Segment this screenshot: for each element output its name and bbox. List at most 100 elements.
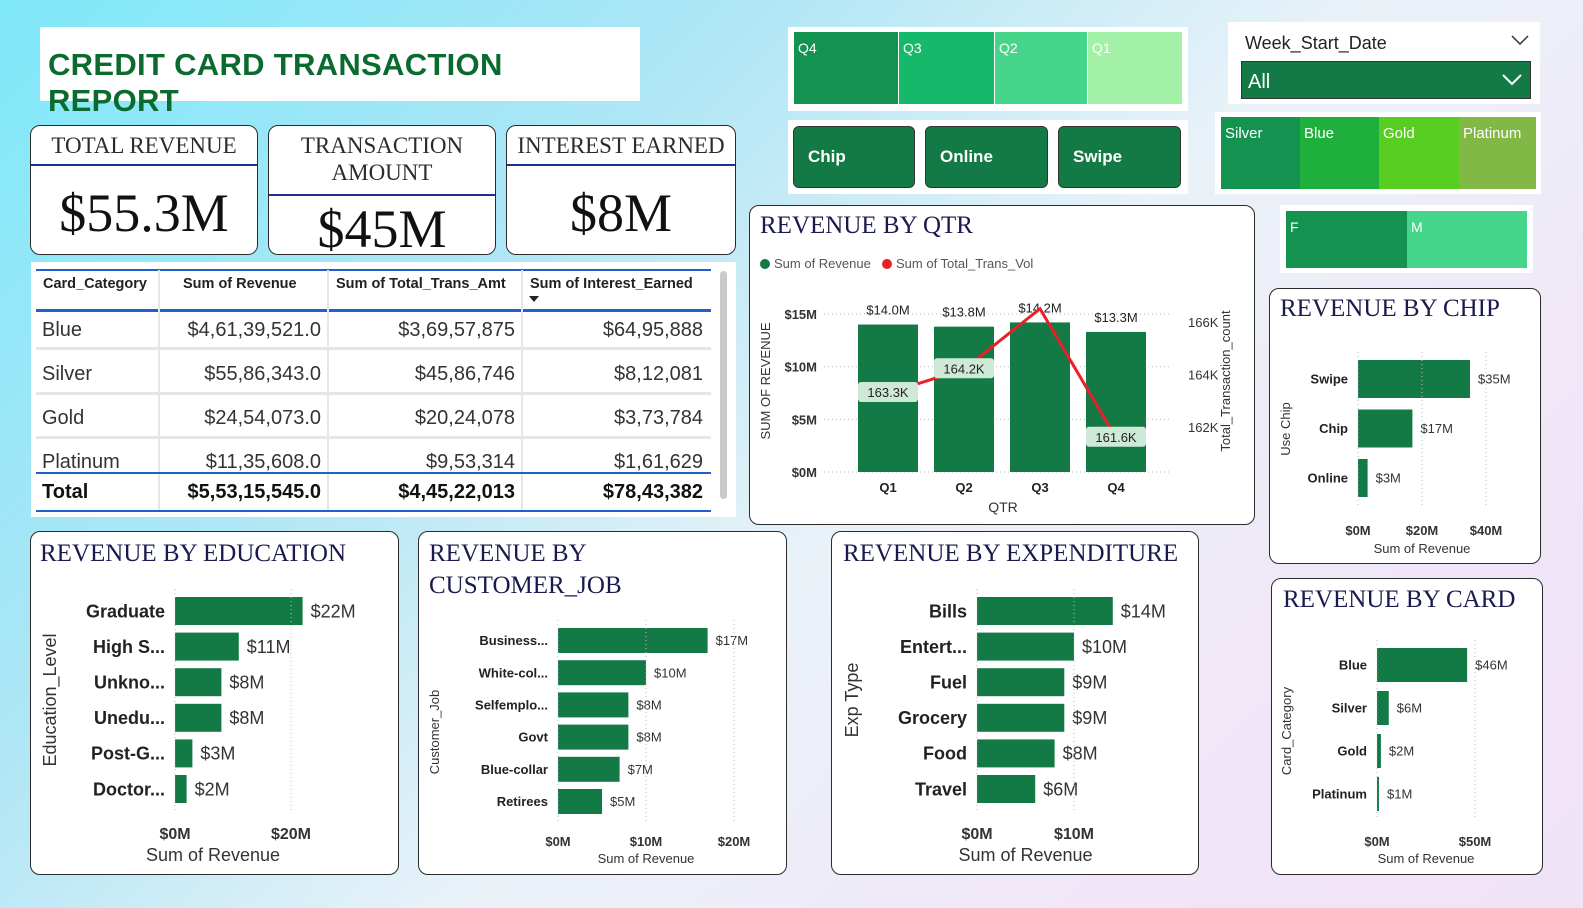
category-label: Swipe <box>1310 372 1348 387</box>
week-filter-label: Week_Start_Date <box>1245 33 1387 53</box>
x-tick-label: $50M <box>1459 834 1492 849</box>
report-title: CREDIT CARD TRANSACTION REPORT <box>48 47 503 118</box>
y-tick-label: $10M <box>784 360 817 375</box>
table-total-cell: $5,53,15,545.0 <box>187 481 321 503</box>
table-scrollbar[interactable] <box>720 271 727 499</box>
x-axis-title: Sum of Revenue <box>598 851 695 866</box>
table-header-revenue[interactable]: Sum of Revenue <box>183 276 297 292</box>
table-cell: $3,73,784 <box>614 407 703 429</box>
category-label: Retirees <box>497 794 548 809</box>
bar <box>1377 648 1468 682</box>
kpi-divider <box>269 194 495 196</box>
y-tick-label: $5M <box>792 412 817 427</box>
bar <box>175 703 222 732</box>
kpi-divider <box>31 164 257 166</box>
card-tile-label: Blue <box>1304 125 1335 142</box>
chevron-down-icon[interactable] <box>1510 34 1530 46</box>
online-button[interactable]: Online <box>925 126 1048 188</box>
x-tick-label: $20M <box>718 834 751 849</box>
bar <box>558 692 629 718</box>
card-tile-platinum[interactable]: Platinum <box>1459 117 1536 189</box>
revenue-by-customer-job-chart: REVENUE BY CUSTOMER_JOB Business... $17M W… <box>418 531 787 875</box>
bar <box>1358 459 1368 497</box>
data-label: $7M <box>628 762 653 777</box>
table-header-interest[interactable]: Sum of Interest_Earned <box>530 276 693 292</box>
chip-button[interactable]: Chip <box>793 126 915 188</box>
quarter-tile-q4[interactable]: Q4 <box>794 32 898 104</box>
gender-tile-f[interactable]: F <box>1286 211 1407 268</box>
card-plot: Blue $46M Silver $6M Gold $2M Platinum $1M $0M $5… <box>1279 640 1508 866</box>
swipe-button-label: Swipe <box>1073 147 1123 166</box>
y-tick-label: $15M <box>784 307 817 322</box>
table-cell: $55,86,343.0 <box>204 363 321 385</box>
category-label: Business... <box>479 633 548 648</box>
table-top-rule <box>36 269 711 271</box>
category-label: Platinum <box>1312 787 1367 802</box>
gender-tile-m[interactable]: M <box>1407 211 1527 268</box>
data-label: $35M <box>1478 372 1511 387</box>
swipe-button[interactable]: Swipe <box>1058 126 1181 188</box>
revenue-by-education-chart: REVENUE BY EDUCATION Graduate $22M High S.… <box>30 531 399 875</box>
chip-button-label: Chip <box>808 147 846 166</box>
y-axis-title: Card_Category <box>1279 686 1294 775</box>
quarter-tile-label: Q1 <box>1092 40 1111 56</box>
bar <box>1377 691 1389 725</box>
category-label: Silver <box>1332 701 1367 716</box>
revenue-by-qtr-chart: REVENUE BY QTR Sum of Revenue Sum of Tot… <box>749 205 1255 525</box>
column-divider <box>158 270 160 512</box>
table-header-rule <box>36 309 711 312</box>
week-filter-select[interactable]: All <box>1241 61 1531 99</box>
table-header-trans-amt[interactable]: Sum of Total_Trans_Amt <box>336 276 506 292</box>
kpi-amount-label-1: TRANSACTION <box>300 133 464 158</box>
category-label: Chip <box>1319 421 1348 436</box>
expenditure-plot: Bills $14M Entert... $10M Fuel $9M Grocery $9M F… <box>842 589 1166 865</box>
quarter-tile-q2[interactable]: Q2 <box>995 32 1087 104</box>
x-tick-label: Q3 <box>1031 480 1048 495</box>
card-tile-silver[interactable]: Silver <box>1221 117 1300 189</box>
data-label: $8M <box>229 708 264 728</box>
data-label: $8M <box>229 673 264 693</box>
data-label: $8M <box>636 697 661 712</box>
y2-tick-label: 162K <box>1188 420 1219 435</box>
table-header-card-category[interactable]: Card_Category <box>43 276 147 292</box>
x-axis-title: Sum of Revenue <box>958 845 1092 865</box>
bar <box>558 660 646 686</box>
column-divider <box>521 270 523 512</box>
bar <box>175 775 187 803</box>
data-label: $14M <box>1121 601 1166 621</box>
x-tick-label: $0M <box>545 834 570 849</box>
category-label: Gold <box>1337 744 1367 759</box>
bar <box>977 739 1055 768</box>
table-cell: Silver <box>42 363 93 385</box>
category-label: Bills <box>929 601 967 621</box>
quarter-tile-q3[interactable]: Q3 <box>899 32 994 104</box>
gender-slicer: F M <box>1280 205 1533 273</box>
x-tick-label: Q1 <box>879 480 896 495</box>
data-label: $13.3M <box>1094 310 1137 325</box>
report-title-box: CREDIT CARD TRANSACTION REPORT <box>40 27 640 118</box>
card-tile-blue[interactable]: Blue <box>1300 117 1379 189</box>
week-start-date-filter: Week_Start_Date All <box>1228 22 1540 104</box>
category-label: Post-G... <box>91 744 165 764</box>
bar <box>1377 734 1381 768</box>
category-label: Govt <box>518 730 548 745</box>
category-label: Blue <box>1339 658 1367 673</box>
quarter-tile-label: Q4 <box>798 40 817 56</box>
table-cell: Blue <box>42 319 83 341</box>
bar <box>175 632 239 661</box>
quarter-tile-q1[interactable]: Q1 <box>1088 32 1182 104</box>
card-tile-gold[interactable]: Gold <box>1379 117 1459 189</box>
x-tick-label: $20M <box>271 826 311 843</box>
category-label: Online <box>1308 471 1348 486</box>
bar <box>977 632 1074 661</box>
x-axis-title: Sum of Revenue <box>1374 541 1471 556</box>
kpi-revenue-label: TOTAL REVENUE <box>51 133 237 158</box>
customer-job-plot: Business... $17M White-col... $10M Selfemplo… <box>427 620 751 866</box>
category-label: Selfemplo... <box>475 697 548 712</box>
bar <box>977 668 1065 697</box>
table-cell: $20,24,078 <box>414 407 515 429</box>
table-total-cell: Total <box>42 481 89 503</box>
y-axis-title: SUM OF REVENUE <box>758 322 773 439</box>
kpi-divider <box>507 164 735 166</box>
sort-descending-icon[interactable] <box>529 296 539 302</box>
